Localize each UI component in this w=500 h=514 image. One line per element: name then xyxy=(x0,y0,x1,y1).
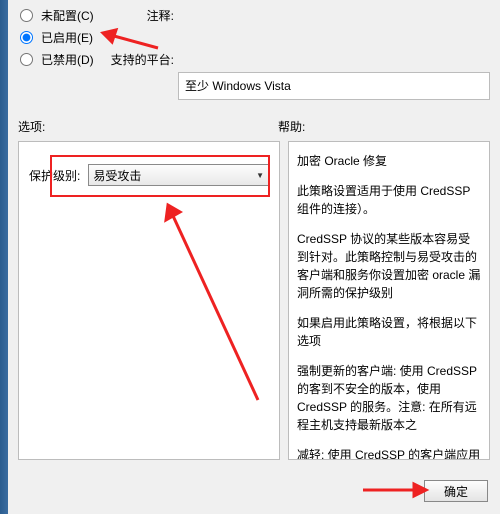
help-paragraph: 加密 Oracle 修复 xyxy=(297,152,481,170)
radio-not-configured[interactable] xyxy=(20,9,33,22)
supported-platform-box: 至少 Windows Vista xyxy=(178,72,490,100)
chevron-down-icon: ▼ xyxy=(256,171,264,180)
radio-disabled-label: 已禁用(D) xyxy=(41,51,94,68)
help-pane: 加密 Oracle 修复 此策略设置适用于使用 CredSSP 组件的连接）。 … xyxy=(288,141,490,460)
help-paragraph: 强制更新的客户端: 使用 CredSSP 的客到不安全的版本，使用 CredSS… xyxy=(297,362,481,434)
lower-panes: 保护级别: 易受攻击 ▼ 加密 Oracle 修复 此策略设置适用于使用 Cre… xyxy=(8,135,500,460)
protection-level-label: 保护级别: xyxy=(29,167,80,184)
radio-not-configured-label: 未配置(C) xyxy=(41,7,94,24)
help-paragraph: 此策略设置适用于使用 CredSSP 组件的连接）。 xyxy=(297,182,481,218)
dialog-content: 未配置(C) 注释: 已启用(E) 已禁用(D) 支持的平台: 至少 Windo… xyxy=(8,0,500,514)
top-section: 未配置(C) 注释: 已启用(E) 已禁用(D) 支持的平台: 至少 Windo… xyxy=(8,0,500,100)
ok-button[interactable]: 确定 xyxy=(424,480,488,502)
options-pane: 保护级别: 易受攻击 ▼ xyxy=(18,141,280,460)
supported-platform-value: 至少 Windows Vista xyxy=(185,79,291,93)
protection-level-dropdown[interactable]: 易受攻击 ▼ xyxy=(88,164,269,186)
options-heading: 选项: xyxy=(18,118,278,135)
radio-enabled[interactable] xyxy=(20,31,33,44)
protection-level-selected: 易受攻击 xyxy=(93,167,141,184)
button-bar: 确定 xyxy=(424,480,488,502)
platform-label: 支持的平台: xyxy=(108,51,178,68)
help-paragraph: 减轻: 使用 CredSSP 的客户端应用程序本，但使用 CredSSP 的服务… xyxy=(297,446,481,460)
radio-disabled[interactable] xyxy=(20,53,33,66)
help-paragraph: 如果启用此策略设置，将根据以下选项 xyxy=(297,314,481,350)
window-left-border xyxy=(0,0,8,514)
radio-enabled-label: 已启用(E) xyxy=(41,29,93,46)
section-labels: 选项: 帮助: xyxy=(8,118,500,135)
comment-label: 注释: xyxy=(108,7,178,24)
help-heading: 帮助: xyxy=(278,118,490,135)
comment-field[interactable] xyxy=(178,5,490,25)
help-paragraph: CredSSP 协议的某些版本容易受到针对。此策略控制与易受攻击的客户端和服务你… xyxy=(297,230,481,302)
